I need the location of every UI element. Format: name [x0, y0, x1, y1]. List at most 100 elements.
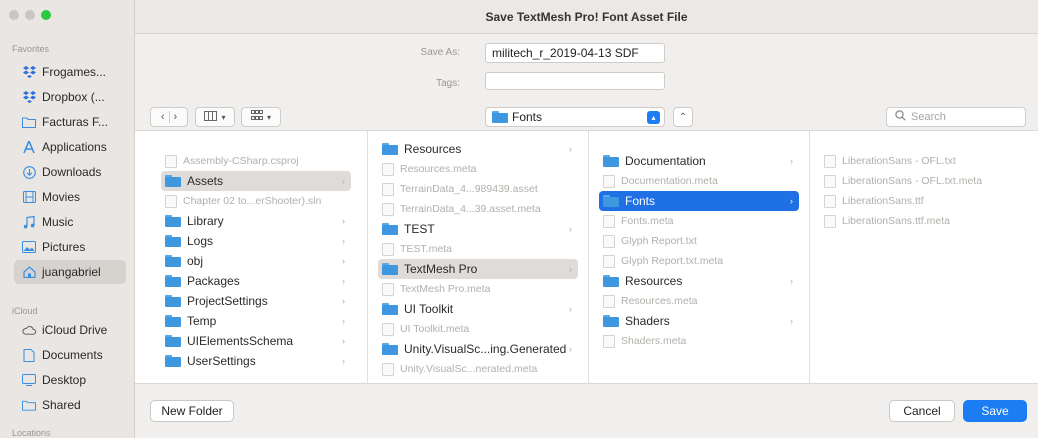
chevron-up-icon: ⌃ [678, 111, 688, 123]
file-row[interactable]: LiberationSans.ttf.meta [820, 211, 1030, 231]
folder-row[interactable]: Shaders › [599, 311, 799, 331]
file-row[interactable]: Shaders.meta [599, 331, 799, 351]
row-label: TextMesh Pro [404, 262, 478, 276]
folder-row[interactable]: Assets › [161, 171, 351, 191]
expand-collapse-button[interactable]: ⌃ [673, 107, 693, 127]
file-row[interactable]: TerrainData_4...989439.asset [378, 179, 578, 199]
file-row[interactable]: Resources.meta [599, 291, 799, 311]
back-forward-buttons[interactable]: ‹ › [150, 107, 188, 127]
folder-row[interactable]: TEST › [378, 219, 578, 239]
group-button[interactable]: ▾ [241, 107, 281, 127]
sidebar-item-applications[interactable]: Applications [22, 135, 128, 159]
sidebar-item-downloads[interactable]: Downloads [22, 160, 128, 184]
folder-row[interactable]: Resources › [599, 271, 799, 291]
file-row[interactable]: UI Toolkit.meta [378, 319, 578, 339]
forward-icon[interactable]: › [174, 111, 178, 123]
sidebar-item-desktop[interactable]: Desktop [22, 368, 128, 392]
folder-row[interactable]: Unity.VisualSc...ing.Generated › [378, 339, 578, 359]
file-icon [603, 234, 615, 248]
folder-row[interactable]: Library › [161, 211, 351, 231]
back-icon[interactable]: ‹ [161, 111, 165, 123]
file-row[interactable]: Chapter 02 to...erShooter).sln [161, 191, 351, 211]
file-row[interactable]: Glyph Report.txt.meta [599, 251, 799, 271]
cancel-button[interactable]: Cancel [889, 400, 955, 422]
file-row[interactable]: TextMesh Pro.meta [378, 279, 578, 299]
file-row[interactable]: LiberationSans.ttf [820, 191, 1030, 211]
file-row[interactable]: Fonts.meta [599, 211, 799, 231]
file-row[interactable]: Glyph Report.txt [599, 231, 799, 251]
chevron-down-icon: ▾ [266, 112, 271, 122]
chevron-right-icon: › [569, 264, 572, 274]
file-icon [165, 154, 177, 168]
file-row[interactable]: TEST.meta [378, 239, 578, 259]
location-popup[interactable]: Fonts ▴ [485, 107, 665, 127]
zoom-window-button[interactable] [41, 10, 51, 20]
new-folder-button[interactable]: New Folder [150, 400, 234, 422]
sidebar-item-icloud-drive[interactable]: iCloud Drive [22, 318, 128, 342]
chevron-right-icon: › [790, 156, 793, 166]
folder-icon [165, 335, 181, 347]
search-placeholder: Search [911, 111, 946, 123]
folder-row[interactable]: Packages › [161, 271, 351, 291]
row-label: Unity.VisualSc...ing.Generated [404, 342, 567, 356]
folder-row[interactable]: Temp › [161, 311, 351, 331]
tags-field[interactable] [485, 72, 665, 90]
file-row[interactable]: LiberationSans - OFL.txt.meta [820, 171, 1030, 191]
file-icon [603, 174, 615, 188]
folder-row[interactable]: UI Toolkit › [378, 299, 578, 319]
minimize-window-button[interactable] [25, 10, 35, 20]
sidebar-item-music[interactable]: Music [22, 210, 128, 234]
chevron-right-icon: › [569, 224, 572, 234]
row-label: Resources [404, 142, 462, 156]
sidebar-item-documents[interactable]: Documents [22, 343, 128, 367]
location-label: Fonts [512, 110, 543, 124]
grid-icon [250, 110, 263, 124]
folder-row[interactable]: UIElementsSchema › [161, 331, 351, 351]
folder-icon [165, 355, 181, 367]
chevron-right-icon: › [342, 296, 345, 306]
file-row[interactable]: LiberationSans - OFL.txt [820, 151, 1030, 171]
folder-icon [165, 295, 181, 307]
row-label: Shaders.meta [621, 335, 687, 347]
search-field[interactable]: Search [886, 107, 1026, 127]
row-label: Temp [187, 314, 217, 328]
close-window-button[interactable] [9, 10, 19, 20]
file-row[interactable]: Documentation.meta [599, 171, 799, 191]
folder-row[interactable]: ProjectSettings › [161, 291, 351, 311]
save-button[interactable]: Save [963, 400, 1027, 422]
file-row[interactable]: TerrainData_4...39.asset.meta [378, 199, 578, 219]
row-label: ProjectSettings [187, 294, 268, 308]
sidebar-item-juangabriel[interactable]: juangabriel [14, 260, 126, 284]
sidebar-item-label: iCloud Drive [42, 323, 108, 337]
save-as-label: Save As: [420, 47, 460, 58]
sidebar-item-shared[interactable]: Shared [22, 393, 128, 417]
folder-row[interactable]: Resources › [378, 139, 578, 159]
folder-row[interactable]: TextMesh Pro › [378, 259, 578, 279]
sidebar-section-favorites: Favorites [12, 44, 50, 54]
sidebar-item-movies[interactable]: Movies [22, 185, 128, 209]
desktop-icon [22, 373, 36, 387]
sidebar-item-dropbox[interactable]: Dropbox (... [22, 85, 128, 109]
file-row[interactable]: Unity.VisualSc...nerated.meta [378, 359, 578, 379]
folder-row[interactable]: Logs › [161, 231, 351, 251]
view-mode-button[interactable]: ▾ [195, 107, 235, 127]
row-label: LiberationSans - OFL.txt [842, 155, 956, 167]
folder-row[interactable]: obj › [161, 251, 351, 271]
row-label: UI Toolkit [404, 302, 454, 316]
chevron-right-icon: › [342, 356, 345, 366]
chevron-right-icon: › [342, 316, 345, 326]
row-label: Glyph Report.txt.meta [621, 255, 724, 267]
chevron-right-icon: › [569, 144, 572, 154]
file-row[interactable]: Resources.meta [378, 159, 578, 179]
folder-row[interactable]: Fonts › [599, 191, 799, 211]
sidebar-item-frogames[interactable]: Frogames... [22, 60, 128, 84]
save-as-field[interactable]: militech_r_2019-04-13 SDF [485, 43, 665, 63]
folder-row[interactable]: UserSettings › [161, 351, 351, 371]
sidebar-item-pictures[interactable]: Pictures [22, 235, 128, 259]
folder-row[interactable]: Documentation › [599, 151, 799, 171]
folder-icon [603, 195, 619, 207]
chevron-right-icon: › [569, 344, 572, 354]
sidebar-item-facturas[interactable]: Facturas F... [22, 110, 128, 134]
file-row[interactable]: Assembly-CSharp.csproj [161, 151, 351, 171]
file-icon [824, 174, 836, 188]
